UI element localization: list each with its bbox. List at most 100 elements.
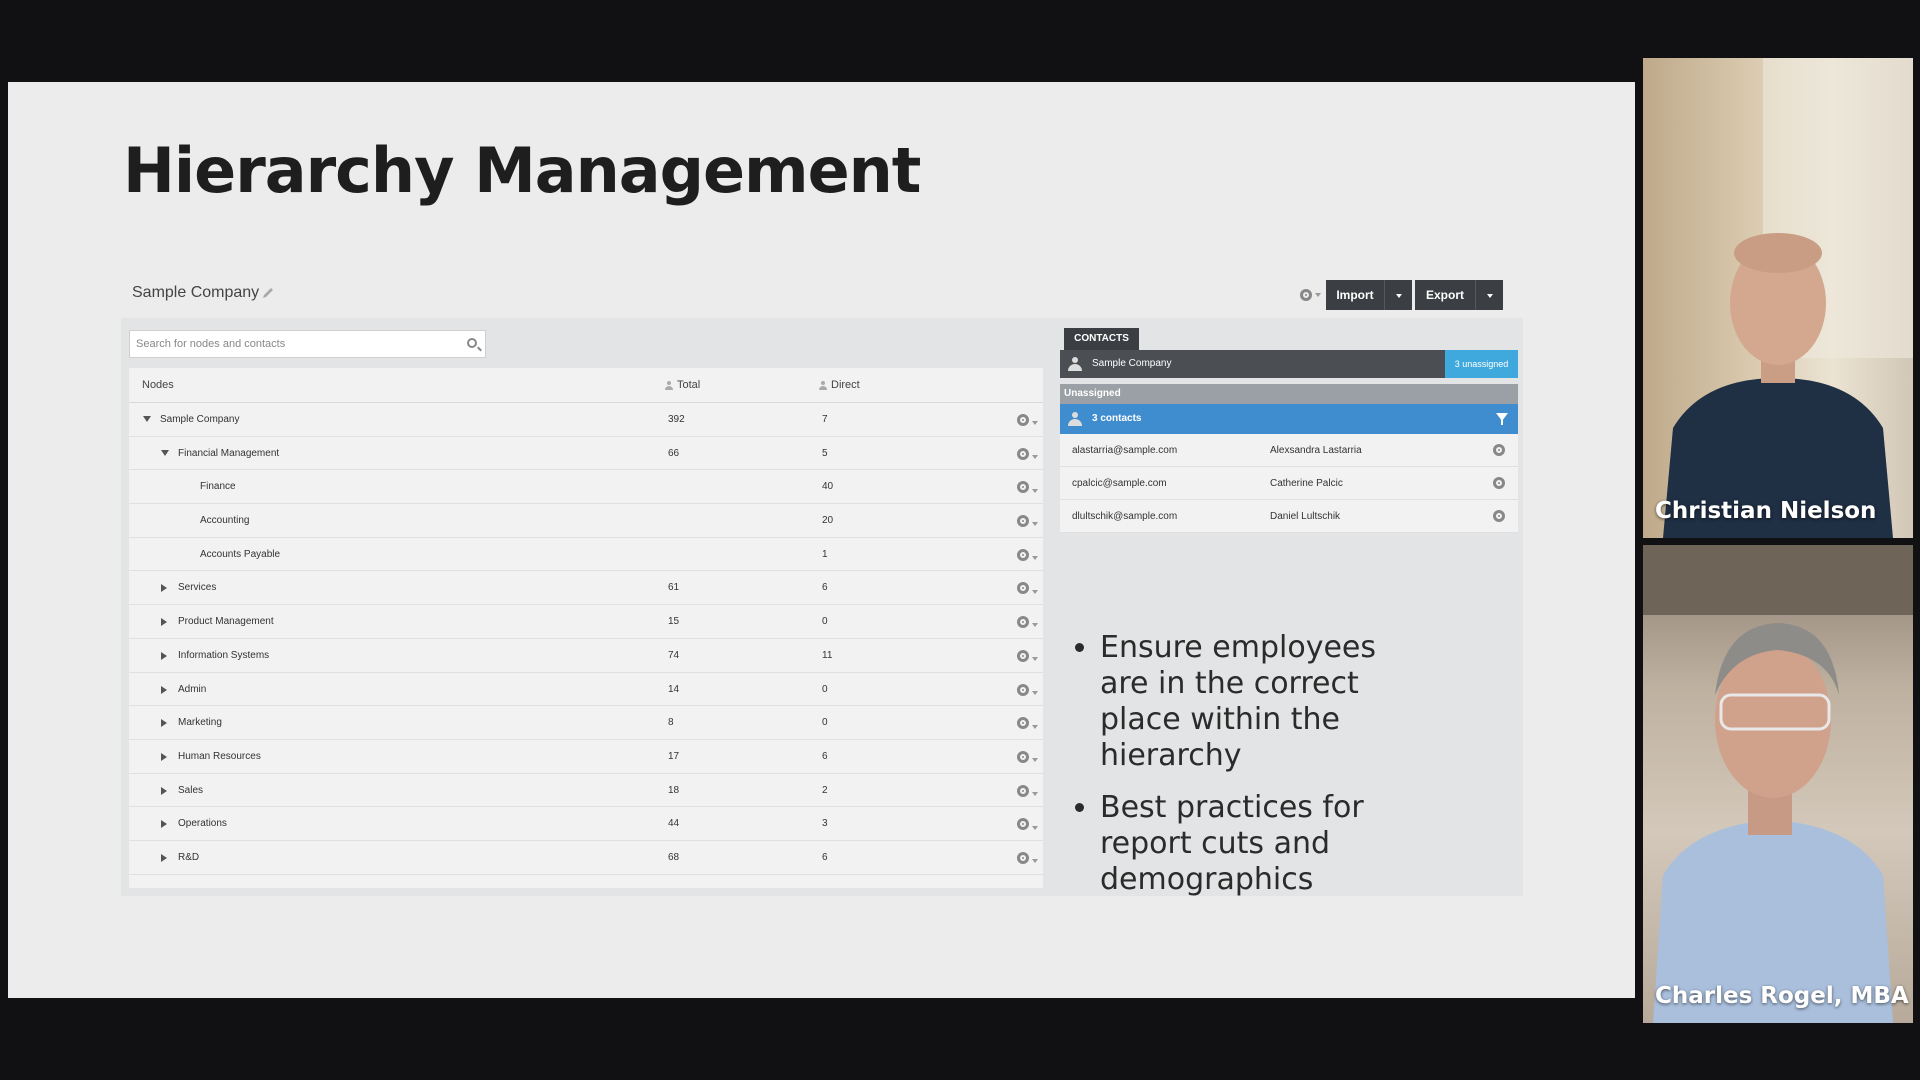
chevron-down-icon — [1032, 421, 1038, 426]
person-icon — [1068, 357, 1082, 371]
column-header-direct[interactable]: Direct — [819, 379, 860, 391]
contact-row[interactable]: cpalcic@sample.com Catherine Palcic — [1060, 467, 1518, 500]
slide-bullets: Ensure employees are in the correct plac… — [1072, 630, 1412, 914]
gear-icon — [1017, 649, 1029, 662]
unassigned-header: Unassigned — [1060, 384, 1518, 404]
tree-row[interactable]: Marketing 8 0 — [129, 706, 1043, 740]
node-settings-button[interactable] — [1017, 548, 1038, 564]
tree-row[interactable]: Admin 14 0 — [129, 673, 1043, 707]
node-settings-button[interactable] — [1017, 582, 1038, 597]
node-name: Services — [178, 582, 217, 594]
tree-row[interactable]: Financial Management 66 5 — [129, 437, 1043, 471]
pencil-icon[interactable] — [261, 286, 275, 300]
collapse-toggle-icon[interactable] — [161, 786, 167, 795]
node-name: R&D — [178, 851, 200, 863]
node-total: 17 — [668, 750, 680, 762]
bullet-item: Best practices for report cuts and demog… — [1100, 790, 1412, 898]
contact-name: Alexsandra Lastarria — [1270, 445, 1362, 456]
tree-row[interactable]: Human Resources 17 6 — [129, 740, 1043, 774]
tree-row[interactable]: Accounting 20 — [129, 504, 1043, 538]
node-name: Sample Company — [160, 414, 240, 425]
node-settings-button[interactable] — [1017, 750, 1038, 766]
collapse-toggle-icon[interactable] — [161, 820, 167, 829]
collapse-toggle-icon[interactable] — [161, 618, 167, 627]
gear-icon — [1017, 784, 1029, 797]
contacts-company-name: Sample Company — [1092, 358, 1172, 369]
contacts-group-bar[interactable]: 3 contacts — [1060, 404, 1518, 434]
participant-video-image — [1663, 58, 1913, 538]
chevron-down-icon — [1032, 522, 1038, 527]
tree-row[interactable]: Product Management 15 0 — [129, 605, 1043, 639]
node-direct: 20 — [822, 515, 834, 527]
contact-row[interactable]: alastarria@sample.com Alexsandra Lastarr… — [1060, 434, 1518, 467]
collapse-toggle-icon[interactable] — [161, 719, 167, 728]
filter-icon[interactable] — [1496, 413, 1508, 425]
tree-row[interactable]: Information Systems 74 11 — [129, 639, 1043, 673]
gear-icon — [1017, 683, 1029, 696]
tree-row[interactable]: Operations 44 3 — [129, 807, 1043, 841]
collapse-toggle-icon[interactable] — [161, 853, 167, 862]
node-direct: 0 — [822, 616, 828, 628]
export-dropdown-button[interactable] — [1475, 280, 1503, 310]
node-name: Accounts Payable — [200, 548, 281, 560]
tree-row[interactable]: Sample Company 392 7 — [129, 403, 1043, 437]
node-name: Finance — [200, 481, 236, 493]
tree-row[interactable]: R&D 68 6 — [129, 841, 1043, 875]
node-settings-button[interactable] — [1017, 851, 1038, 867]
import-dropdown-button[interactable] — [1384, 280, 1412, 310]
node-settings-button[interactable] — [1017, 481, 1038, 496]
tree-row[interactable]: Finance 40 — [129, 470, 1043, 505]
collapse-toggle-icon[interactable] — [161, 584, 167, 593]
node-total: 392 — [668, 414, 685, 425]
participant-video-tile[interactable]: Charles Rogel, MBA — [1643, 545, 1913, 1023]
export-button[interactable]: Export — [1415, 280, 1475, 310]
tree-row[interactable]: Accounts Payable 1 — [129, 538, 1043, 572]
node-total: 68 — [668, 851, 680, 863]
collapse-toggle-icon[interactable] — [161, 752, 167, 761]
node-settings-button[interactable] — [1017, 784, 1038, 800]
node-settings-button[interactable] — [1017, 649, 1038, 665]
node-settings-button[interactable] — [1017, 447, 1038, 463]
tree-row[interactable]: Sales 18 2 — [129, 774, 1043, 808]
gear-icon — [1017, 548, 1029, 561]
contacts-company-bar[interactable]: Sample Company — [1060, 350, 1445, 378]
tree-rows: Sample Company 392 7 Financial Management 66… — [129, 403, 1043, 875]
tab-contacts[interactable]: CONTACTS — [1064, 328, 1139, 350]
participant-video-tile[interactable]: Christian Nielson — [1643, 58, 1913, 538]
settings-button[interactable] — [1296, 280, 1324, 310]
chevron-down-icon — [1032, 589, 1038, 594]
participant-video-image — [1643, 545, 1913, 1023]
gear-icon — [1017, 481, 1029, 494]
unassigned-badge[interactable]: 3 unassigned — [1445, 350, 1518, 378]
collapse-toggle-icon[interactable] — [161, 685, 167, 694]
contact-settings-button[interactable] — [1493, 444, 1505, 459]
contact-settings-button[interactable] — [1493, 477, 1505, 492]
gear-icon — [1493, 444, 1505, 456]
node-settings-button[interactable] — [1017, 717, 1038, 732]
expand-toggle-icon[interactable] — [143, 416, 151, 422]
node-direct: 7 — [822, 414, 828, 425]
expand-toggle-icon[interactable] — [161, 449, 169, 456]
node-total: 74 — [668, 649, 680, 661]
node-settings-button[interactable] — [1017, 818, 1038, 833]
column-header-total[interactable]: Total — [665, 379, 700, 391]
bullet-item: Ensure employees are in the correct plac… — [1100, 630, 1412, 774]
search-input[interactable]: Search for nodes and contacts — [129, 330, 486, 358]
contact-settings-button[interactable] — [1493, 510, 1505, 525]
node-total: 15 — [668, 616, 680, 628]
node-total: 14 — [668, 683, 680, 695]
contact-row[interactable]: dlultschik@sample.com Daniel Lultschik — [1060, 500, 1518, 533]
company-name: Sample Company — [132, 284, 260, 301]
participant-name: Christian Nielson — [1655, 498, 1877, 524]
node-settings-button[interactable] — [1017, 414, 1038, 429]
import-button[interactable]: Import — [1326, 280, 1384, 310]
node-settings-button[interactable] — [1017, 616, 1038, 631]
node-settings-button[interactable] — [1017, 515, 1038, 530]
collapse-toggle-icon[interactable] — [161, 651, 167, 660]
participant-name: Charles Rogel, MBA — [1655, 983, 1909, 1009]
node-settings-button[interactable] — [1017, 683, 1038, 699]
column-header-nodes[interactable]: Nodes — [142, 379, 174, 391]
tree-row[interactable]: Services 61 6 — [129, 571, 1043, 606]
contact-email: dlultschik@sample.com — [1072, 511, 1178, 522]
search-icon[interactable] — [467, 338, 477, 348]
